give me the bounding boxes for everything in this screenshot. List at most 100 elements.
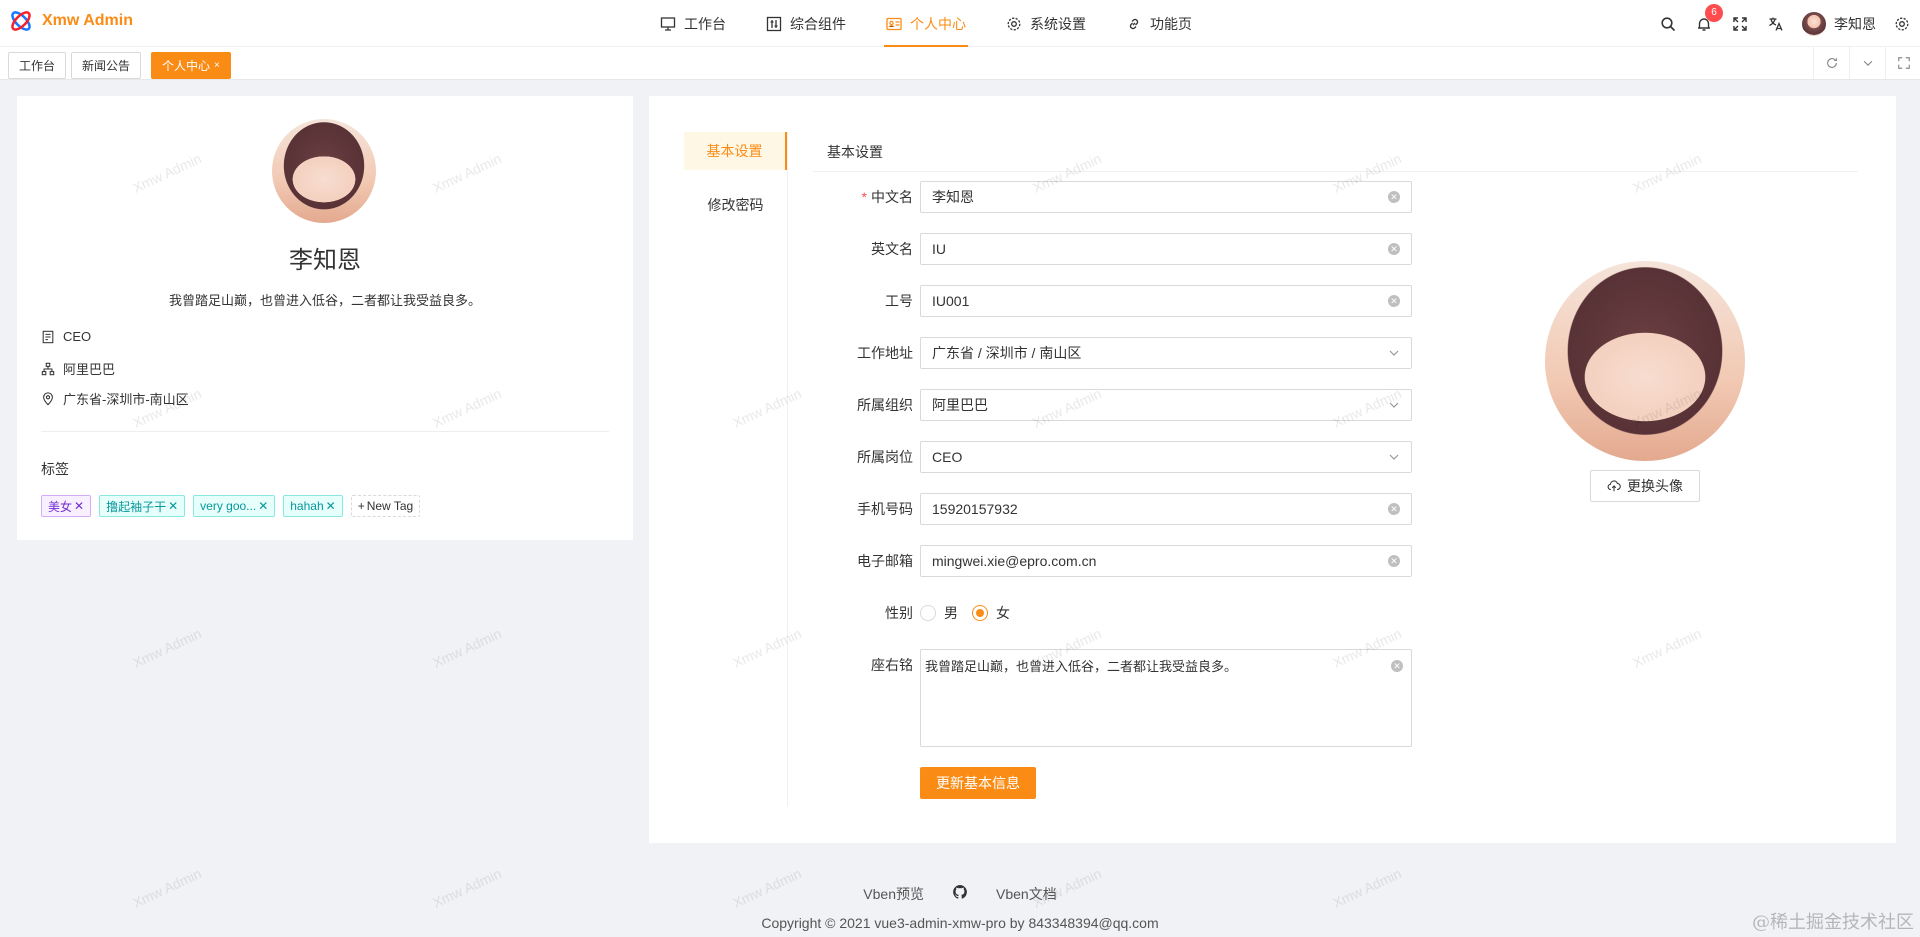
app-title: Xmw Admin [42, 12, 133, 29]
watermark: Xmw Admin [430, 625, 504, 671]
radio-circle [920, 605, 936, 621]
input-value: 广东省 / 深圳市 / 南山区 [932, 345, 1082, 361]
link-icon [1129, 18, 1139, 29]
tag-item[interactable]: 撸起袖子干 ✕ [99, 495, 186, 517]
search-button[interactable] [1650, 0, 1686, 47]
refresh-tab-button[interactable] [1813, 47, 1849, 79]
tab-workbench[interactable]: 工作台 [8, 52, 67, 79]
nav-item-features[interactable]: 功能页 [1106, 0, 1212, 47]
chevron-down-icon [1389, 454, 1399, 460]
field-label: 所属组织 [857, 397, 913, 413]
menu-item-basic-settings[interactable]: 基本设置 [684, 132, 787, 170]
field-label: 座右铭 [871, 657, 913, 673]
language-button[interactable] [1758, 0, 1794, 47]
footer-link-vben-preview[interactable]: Vben预览 [863, 884, 924, 904]
tabs-bar: 工作台 新闻公告 个人中心 × [0, 47, 1920, 80]
motto-textarea[interactable]: 我曾踏足山巅，也曾进入低谷，二者都让我受益良多。 ✕ [920, 649, 1412, 747]
nav-item-settings[interactable]: 系统设置 [986, 0, 1106, 47]
clear-icon[interactable]: ✕ [1388, 503, 1400, 515]
required-mark: * [861, 189, 867, 205]
clear-icon[interactable]: ✕ [1391, 660, 1403, 672]
component-icon [766, 16, 782, 31]
menu-item-change-password[interactable]: 修改密码 [684, 186, 787, 224]
field-label: 性别 [885, 605, 913, 621]
clear-icon[interactable]: ✕ [1388, 295, 1400, 307]
close-icon[interactable]: ✕ [258, 499, 268, 513]
form-row-motto: 座右铭 我曾踏足山巅，也曾进入低谷，二者都让我受益良多。 ✕ [813, 649, 1413, 747]
nav-item-label: 工作台 [684, 15, 726, 32]
close-icon[interactable]: ✕ [74, 499, 84, 513]
close-icon[interactable]: ✕ [326, 499, 336, 513]
fullscreen-button[interactable] [1722, 0, 1758, 47]
tab-fold-button[interactable] [1885, 47, 1920, 79]
tab-profile[interactable]: 个人中心 × [151, 52, 231, 79]
en-name-input[interactable]: IU ✕ [920, 233, 1412, 265]
field-label: 所属岗位 [857, 449, 913, 465]
logo-icon [11, 11, 31, 31]
monitor-icon [660, 16, 676, 31]
badge-icon [42, 330, 54, 343]
profile-card: 李知恩 我曾踏足山巅，也曾进入低谷，二者都让我受益良多。 CEO 阿里巴巴 广东… [17, 96, 633, 540]
close-icon[interactable]: ✕ [168, 499, 178, 513]
field-label: * 中文名 [861, 189, 913, 205]
fullscreen-icon [1733, 16, 1747, 31]
position-text: CEO [63, 329, 92, 344]
tab-label: 新闻公告 [82, 59, 131, 73]
translate-icon [1769, 17, 1783, 31]
id-card-icon [886, 17, 902, 30]
clear-icon[interactable]: ✕ [1388, 191, 1400, 203]
form-row-post: 所属岗位 CEO [813, 441, 1413, 473]
change-avatar-button[interactable]: 更换头像 [1590, 470, 1700, 502]
tag-item[interactable]: 美女 ✕ [41, 495, 92, 517]
user-menu[interactable]: 李知恩 [1794, 0, 1884, 47]
copyright: Copyright © 2021 vue3-admin-xmw-pro by 8… [761, 915, 1159, 931]
job-no-input[interactable]: IU001 ✕ [920, 285, 1412, 317]
search-icon [1661, 16, 1676, 31]
github-icon[interactable] [952, 884, 968, 900]
update-info-button[interactable]: 更新基本信息 [920, 767, 1036, 799]
footer-link-vben-docs[interactable]: Vben文档 [996, 884, 1057, 904]
clear-icon[interactable]: ✕ [1388, 243, 1400, 255]
divider [41, 431, 609, 432]
nav-item-components[interactable]: 综合组件 [746, 0, 866, 47]
address-cascader[interactable]: 广东省 / 深圳市 / 南山区 [920, 337, 1412, 369]
form-row-cn-name: * 中文名 李知恩 ✕ [813, 181, 1413, 213]
nav-item-workbench[interactable]: 工作台 [640, 0, 746, 47]
gear-icon [1007, 17, 1021, 30]
nav-item-label: 功能页 [1150, 15, 1192, 32]
nav-item-label: 个人中心 [910, 15, 966, 32]
nav-item-label: 系统设置 [1030, 15, 1086, 32]
tag-list: 美女 ✕ 撸起袖子干 ✕ very goo... ✕ hahah ✕ + New Tag [41, 495, 421, 517]
field-label: 工号 [885, 293, 913, 309]
org-icon [41, 362, 55, 375]
tab-dropdown-button[interactable] [1849, 47, 1885, 79]
close-icon[interactable]: × [214, 60, 220, 71]
settings-button[interactable] [1884, 0, 1920, 47]
tab-news[interactable]: 新闻公告 [71, 52, 142, 79]
phone-input[interactable]: 15920157932 ✕ [920, 493, 1412, 525]
chevron-down-icon [1389, 350, 1399, 356]
cn-name-input[interactable]: 李知恩 ✕ [920, 181, 1412, 213]
tag-item[interactable]: hahah ✕ [283, 495, 343, 517]
org-select[interactable]: 阿里巴巴 [920, 389, 1412, 421]
current-avatar [1545, 261, 1745, 461]
gender-radio-female[interactable]: 女 [972, 603, 1010, 623]
email-input[interactable]: mingwei.xie@epro.com.cn ✕ [920, 545, 1412, 577]
app-logo[interactable]: Xmw Admin [8, 8, 133, 34]
new-tag-button[interactable]: + New Tag [350, 495, 421, 517]
notification-button[interactable]: 6 [1686, 0, 1723, 47]
form-row-address: 工作地址 广东省 / 深圳市 / 南山区 [813, 337, 1413, 369]
input-value: CEO [932, 449, 963, 465]
post-select[interactable]: CEO [920, 441, 1412, 473]
profile-avatar [272, 119, 376, 223]
cloud-upload-icon [1607, 480, 1621, 492]
clear-icon[interactable]: ✕ [1388, 555, 1400, 567]
tag-item[interactable]: very goo... ✕ [193, 495, 276, 517]
watermark: Xmw Admin [130, 625, 204, 671]
input-value: IU [932, 241, 946, 257]
notification-badge: 6 [1705, 4, 1723, 22]
nav-item-profile[interactable]: 个人中心 [866, 0, 986, 47]
gender-radio-male[interactable]: 男 [920, 603, 958, 623]
profile-name: 李知恩 [289, 247, 361, 274]
header-actions: 6 李知恩 [1650, 0, 1920, 47]
